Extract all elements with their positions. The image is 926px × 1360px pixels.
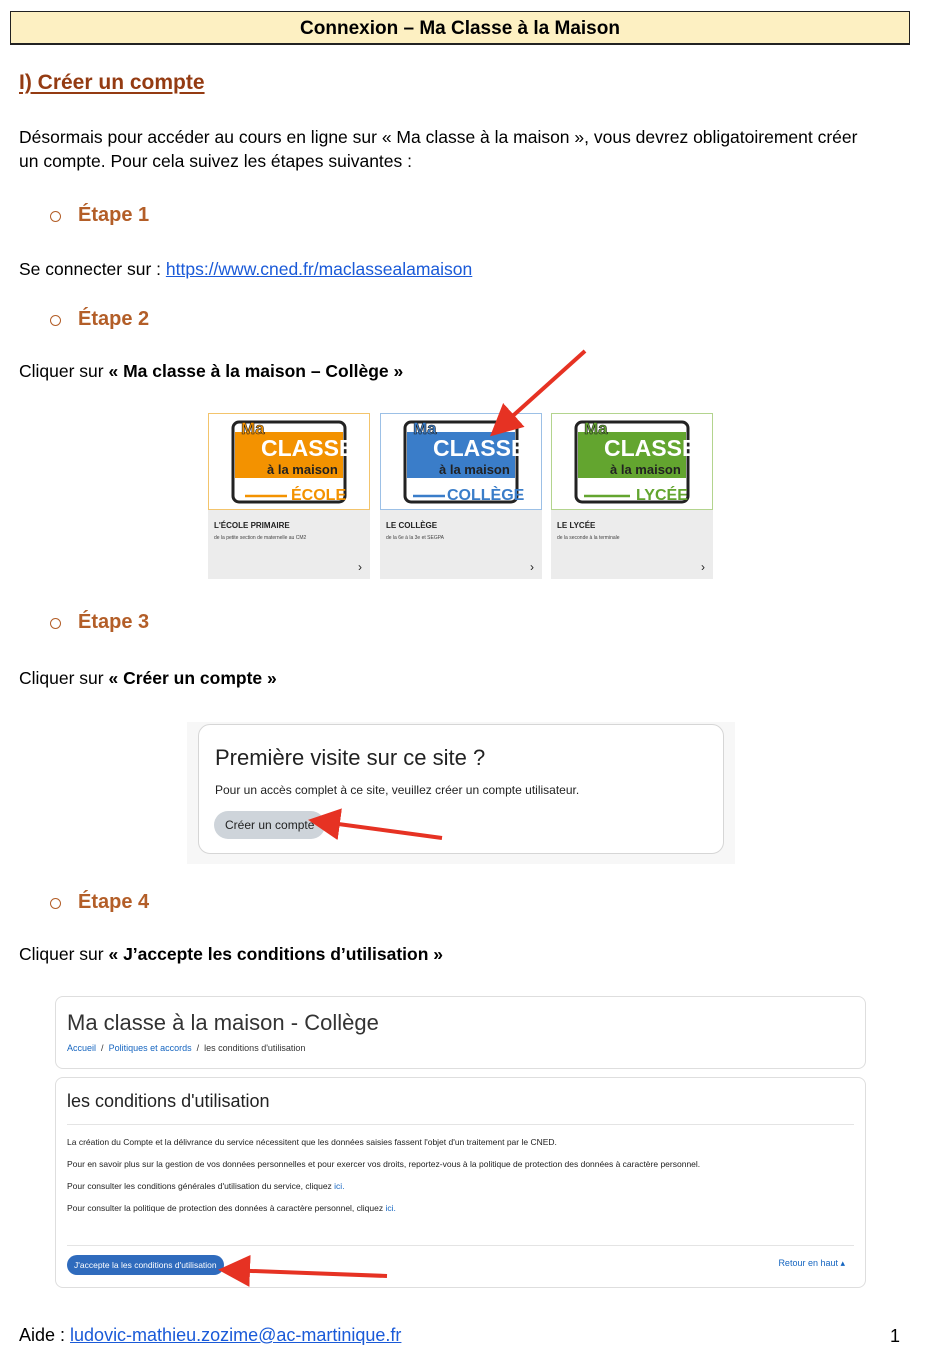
card-subtitle: de la seconde à la terminale <box>557 535 620 541</box>
footer-help: Aide : ludovic-mathieu.zozime@ac-martini… <box>19 1325 401 1346</box>
step-3-bold: « Créer un compte » <box>108 668 277 688</box>
card-title: LE COLLÈGE <box>386 521 438 530</box>
card-thumb: Ma CLASSE à la maison LYCÉE <box>551 413 713 510</box>
breadcrumb-separator: / <box>98 1043 107 1053</box>
intro-line-1: Désormais pour accéder au cours en ligne… <box>19 127 858 147</box>
ma-classe-logo-icon: Ma CLASSE à la maison ÉCOLE <box>231 419 354 504</box>
terms-line-3: Pour consulter les conditions générales … <box>67 1181 345 1191</box>
step-2-label: Étape 2 <box>78 308 150 330</box>
breadcrumb-home-link[interactable]: Accueil <box>67 1043 96 1053</box>
divider <box>67 1124 854 1125</box>
card-college[interactable]: Ma CLASSE à la maison COLLÈGE LE COLLÈGE… <box>380 413 542 579</box>
cned-url-link[interactable]: https://www.cned.fr/maclassealamaison <box>166 259 472 279</box>
card-thumb: Ma CLASSE à la maison ÉCOLE <box>208 413 370 510</box>
step-2-bold: « Ma classe à la maison – Collège » <box>108 361 404 381</box>
chevron-right-icon: › <box>530 560 534 574</box>
section-title: I) Créer un compte <box>19 71 205 94</box>
card-subtitle: de la petite section de maternelle au CM… <box>214 535 307 541</box>
chevron-right-icon: › <box>358 560 362 574</box>
terms-line-4-text: Pour consulter la politique de protectio… <box>67 1203 386 1213</box>
card-thumb: Ma CLASSE à la maison COLLÈGE <box>380 413 542 510</box>
step-4-label: Étape 4 <box>78 891 150 913</box>
logo-level: LYCÉE <box>636 485 688 504</box>
circle-bullet-icon <box>50 898 61 909</box>
card-ecole[interactable]: Ma CLASSE à la maison ÉCOLE L'ÉCOLE PRIM… <box>208 413 370 579</box>
step-4-prefix: Cliquer sur <box>19 944 109 964</box>
step-2-text: Cliquer sur « Ma classe à la maison – Co… <box>19 359 403 383</box>
step-4-heading: Étape 4 <box>50 891 149 914</box>
breadcrumb-policies-link[interactable]: Politiques et accords <box>109 1043 192 1053</box>
step-3-text: Cliquer sur « Créer un compte » <box>19 666 277 690</box>
terms-line-1: La création du Compte et la délivrance d… <box>67 1137 557 1147</box>
step-1-label: Étape 1 <box>78 204 150 226</box>
page-number: 1 <box>890 1326 901 1346</box>
logo-maison: à la maison <box>610 462 681 477</box>
circle-bullet-icon <box>50 315 61 326</box>
circle-bullet-icon <box>50 618 61 629</box>
breadcrumb-separator: / <box>194 1043 202 1053</box>
card-lycee[interactable]: Ma CLASSE à la maison LYCÉE LE LYCÉE de … <box>551 413 713 579</box>
first-visit-card: Première visite sur ce site ? Pour un ac… <box>198 724 724 854</box>
logo-classe: CLASSE <box>433 435 526 461</box>
step-1-text: Se connecter sur : https://www.cned.fr/m… <box>19 257 472 281</box>
logo-maison: à la maison <box>267 462 338 477</box>
logo-classe: CLASSE <box>261 435 354 461</box>
circle-bullet-icon <box>50 211 61 222</box>
card-title: L'ÉCOLE PRIMAIRE <box>214 521 290 530</box>
step-2-prefix: Cliquer sur <box>19 361 109 381</box>
create-account-button[interactable]: Créer un compte <box>214 811 326 839</box>
logo-level: ÉCOLE <box>291 485 346 504</box>
step-1-prefix: Se connecter sur : <box>19 259 166 279</box>
logo-maison: à la maison <box>439 462 510 477</box>
step-3-prefix: Cliquer sur <box>19 668 109 688</box>
first-visit-title: Première visite sur ce site ? <box>215 745 486 770</box>
back-to-top-link[interactable]: Retour en haut ▴ <box>778 1258 845 1269</box>
breadcrumb: Accueil / Politiques et accords / les co… <box>67 1043 305 1053</box>
card-subtitle: de la 6e à la 3e et SEGPA <box>386 535 445 541</box>
privacy-link[interactable]: ici. <box>385 1203 395 1213</box>
terms-line-4: Pour consulter la politique de protectio… <box>67 1203 396 1213</box>
divider <box>67 1245 854 1246</box>
step-4-text: Cliquer sur « J’accepte les conditions d… <box>19 942 443 966</box>
logo-level: COLLÈGE <box>447 485 525 504</box>
document-header: Connexion – Ma Classe à la Maison <box>10 11 910 45</box>
breadcrumb-current: les conditions d'utilisation <box>204 1043 306 1053</box>
card-title: LE LYCÉE <box>557 521 596 530</box>
course-title: Ma classe à la maison - Collège <box>67 1010 379 1035</box>
ma-classe-logo-icon: Ma CLASSE à la maison LYCÉE <box>574 419 697 504</box>
step-2-heading: Étape 2 <box>50 308 149 331</box>
intro-paragraph: Désormais pour accéder au cours en ligne… <box>19 125 857 173</box>
course-header-panel: Ma classe à la maison - Collège Accueil … <box>55 996 866 1069</box>
accept-terms-button[interactable]: J'accepte la les conditions d'utilisatio… <box>67 1255 224 1275</box>
step-1-heading: Étape 1 <box>50 204 149 227</box>
step-3-heading: Étape 3 <box>50 611 149 634</box>
footer-prefix: Aide : <box>19 1325 71 1345</box>
terms-title: les conditions d'utilisation <box>67 1091 270 1111</box>
first-visit-text: Pour un accès complet à ce site, veuille… <box>215 783 580 797</box>
terms-line-2: Pour en savoir plus sur la gestion de vo… <box>67 1159 701 1169</box>
step-4-bold: « J’accepte les conditions d’utilisation… <box>108 944 444 964</box>
ma-classe-logo-icon: Ma CLASSE à la maison COLLÈGE <box>403 419 526 504</box>
terms-panel: les conditions d'utilisation La création… <box>55 1077 866 1288</box>
help-email-link[interactable]: ludovic-mathieu.zozime@ac-martinique.fr <box>70 1325 401 1345</box>
terms-line-3-text: Pour consulter les conditions générales … <box>67 1181 335 1191</box>
intro-line-2: un compte. Pour cela suivez les étapes s… <box>19 151 412 171</box>
step-3-label: Étape 3 <box>78 611 150 633</box>
chevron-right-icon: › <box>701 560 705 574</box>
first-visit-screenshot: Première visite sur ce site ? Pour un ac… <box>187 722 735 864</box>
cgu-link[interactable]: ici. <box>334 1181 344 1191</box>
logo-classe: CLASSE <box>604 435 697 461</box>
